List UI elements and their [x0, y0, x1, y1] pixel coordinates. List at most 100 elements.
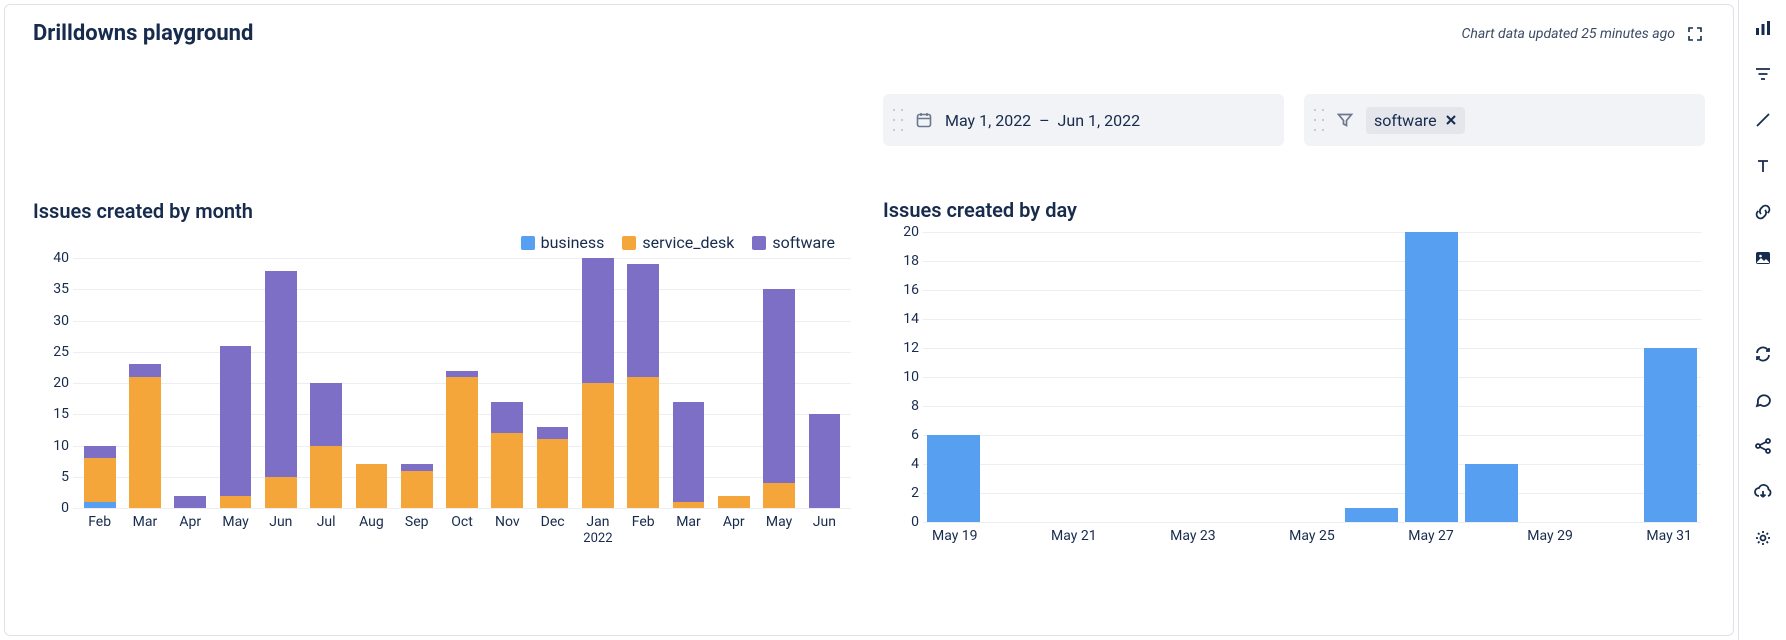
bar-segment-software[interactable] [627, 264, 659, 377]
bar-slot[interactable] [122, 258, 167, 508]
bar-slot[interactable] [1044, 232, 1102, 522]
link-button[interactable] [1751, 200, 1775, 224]
bar-segment-service_desk[interactable] [310, 446, 342, 509]
bar-slot[interactable] [985, 232, 1043, 522]
right-chart-title: Issues created by day [883, 198, 1705, 222]
bar-slot[interactable] [1343, 232, 1401, 522]
bar-slot[interactable] [1164, 232, 1222, 522]
bar-segment-service_desk[interactable] [220, 496, 252, 509]
left-plot[interactable]: 0510152025303540 [73, 258, 851, 508]
bar-segment-software[interactable] [673, 402, 705, 502]
bar-slot[interactable] [1462, 232, 1520, 522]
filter-button[interactable] [1751, 62, 1775, 86]
close-icon[interactable] [1445, 111, 1457, 130]
bar-slot[interactable] [1641, 232, 1699, 522]
bar-segment-service_desk[interactable] [673, 502, 705, 508]
bar-slot[interactable] [77, 258, 122, 508]
bar-stack [627, 264, 659, 508]
filter-control[interactable]: software [1304, 94, 1705, 146]
fullscreen-button[interactable] [1685, 24, 1705, 44]
comment-button[interactable] [1751, 388, 1775, 412]
bar-slot[interactable] [213, 258, 258, 508]
bar-segment-software[interactable] [220, 346, 252, 496]
bar-segment-service_desk[interactable] [401, 471, 433, 509]
bar-segment-business[interactable] [84, 502, 116, 508]
bar-chart-button[interactable] [1751, 16, 1775, 40]
legend-item-service_desk[interactable]: service_desk [622, 233, 734, 252]
bar-segment-software[interactable] [537, 427, 569, 440]
filter-tag[interactable]: software [1366, 107, 1465, 134]
bar-segment-software[interactable] [763, 289, 795, 483]
bar-stack [763, 289, 795, 508]
bar-segment-service_desk[interactable] [356, 464, 388, 508]
pencil-button[interactable] [1751, 108, 1775, 132]
bar-segment-service_desk[interactable] [446, 377, 478, 508]
bar[interactable] [1405, 232, 1458, 522]
right-plot[interactable]: 02468101214161820 [923, 232, 1701, 522]
bar-slot[interactable] [394, 258, 439, 508]
refresh-button[interactable] [1751, 342, 1775, 366]
bar-segment-software[interactable] [84, 446, 116, 459]
bar-slot[interactable] [666, 258, 711, 508]
legend-item-business[interactable]: business [521, 233, 605, 252]
drag-handle-icon[interactable] [893, 109, 903, 131]
bar-segment-service_desk[interactable] [582, 383, 614, 508]
bar[interactable] [1644, 348, 1697, 522]
bar-slot[interactable] [349, 258, 394, 508]
bar-segment-software[interactable] [809, 414, 841, 508]
bar-slot[interactable] [1582, 232, 1640, 522]
text-button[interactable] [1751, 154, 1775, 178]
bar-segment-software[interactable] [265, 271, 297, 477]
bar[interactable] [1465, 464, 1518, 522]
bar-segment-service_desk[interactable] [537, 439, 569, 508]
bar-slot[interactable] [168, 258, 213, 508]
bar-slot[interactable] [1223, 232, 1281, 522]
drag-handle-icon[interactable] [1314, 109, 1324, 131]
bar-segment-software[interactable] [310, 383, 342, 446]
bar-segment-service_desk[interactable] [627, 377, 659, 508]
image-icon [1753, 248, 1773, 268]
funnel-icon [1336, 111, 1354, 129]
bar-slot[interactable] [1522, 232, 1580, 522]
bar-segment-software[interactable] [129, 364, 161, 377]
bar[interactable] [927, 435, 980, 522]
controls-row: May 1, 2022 – Jun 1, 2022 [883, 94, 1705, 150]
bar-segment-service_desk[interactable] [265, 477, 297, 508]
settings-button[interactable] [1751, 526, 1775, 550]
bar-slot[interactable] [1283, 232, 1341, 522]
bar-slot[interactable] [711, 258, 756, 508]
bar-stack [220, 346, 252, 509]
bar-slot[interactable] [802, 258, 847, 508]
bar-segment-service_desk[interactable] [491, 433, 523, 508]
bar-segment-service_desk[interactable] [718, 496, 750, 509]
bar-segment-software[interactable] [491, 402, 523, 433]
bar-segment-service_desk[interactable] [129, 377, 161, 508]
bar-slot[interactable] [756, 258, 801, 508]
bar-segment-software[interactable] [174, 496, 206, 509]
x-label: May 27 [1401, 522, 1461, 544]
bar-slot[interactable] [530, 258, 575, 508]
bar[interactable] [1345, 508, 1398, 523]
bar-segment-service_desk[interactable] [763, 483, 795, 508]
bar-segment-software[interactable] [582, 258, 614, 383]
bar-slot[interactable] [485, 258, 530, 508]
bar-slot[interactable] [621, 258, 666, 508]
bars-container [73, 258, 851, 508]
bar-slot[interactable] [1403, 232, 1461, 522]
cloud-download-button[interactable] [1751, 480, 1775, 504]
legend-swatch [622, 236, 636, 250]
bar-slot[interactable] [303, 258, 348, 508]
page-title: Drilldowns playground [33, 21, 253, 46]
bar-slot[interactable] [575, 258, 620, 508]
bar-slot[interactable] [439, 258, 484, 508]
share-button[interactable] [1751, 434, 1775, 458]
date-range-control[interactable]: May 1, 2022 – Jun 1, 2022 [883, 94, 1284, 146]
bar-slot[interactable] [1104, 232, 1162, 522]
y-tick: 5 [37, 469, 69, 485]
left-chart-title: Issues created by month [33, 199, 855, 223]
image-button[interactable] [1751, 246, 1775, 270]
bar-slot[interactable] [258, 258, 303, 508]
bar-slot[interactable] [925, 232, 983, 522]
legend-item-software[interactable]: software [752, 233, 835, 252]
bar-segment-service_desk[interactable] [84, 458, 116, 502]
